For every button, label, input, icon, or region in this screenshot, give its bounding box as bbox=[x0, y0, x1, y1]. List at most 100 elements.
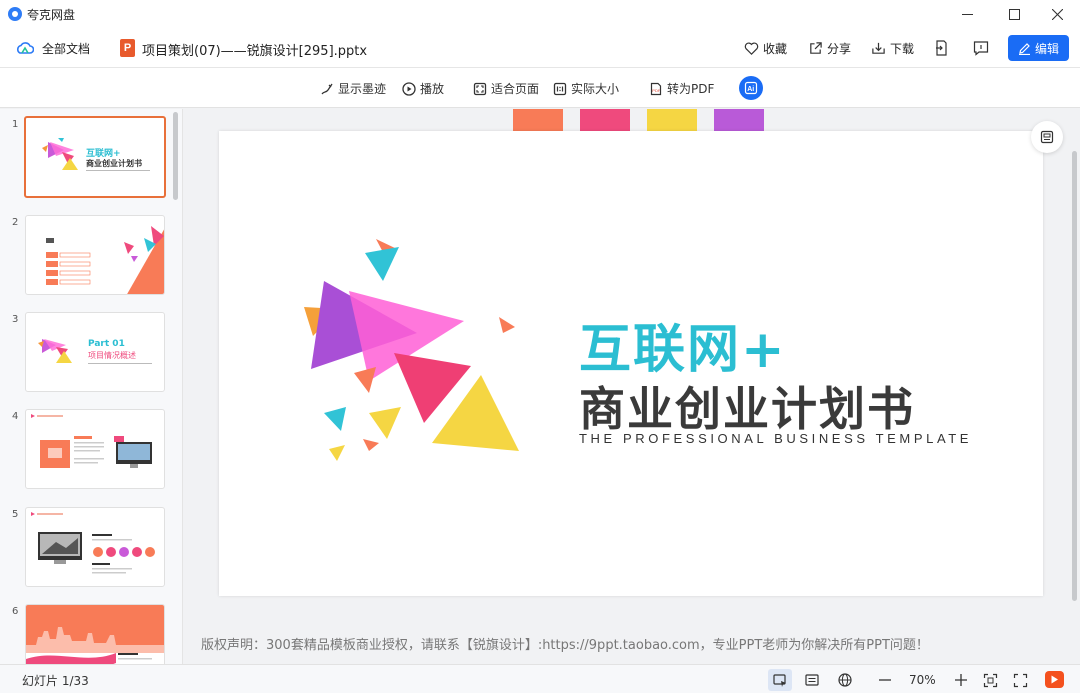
thumb-1-line bbox=[86, 170, 150, 171]
file-name: 项目策划(07)——锐旗设计[295].pptx bbox=[142, 44, 368, 59]
ink-pen-icon bbox=[321, 83, 333, 94]
fullscreen-button[interactable] bbox=[1011, 671, 1029, 689]
triangle-shape bbox=[354, 367, 376, 393]
share-label: 分享 bbox=[827, 42, 852, 56]
actual-size-icon bbox=[553, 82, 567, 95]
thumb-4-art bbox=[31, 414, 152, 468]
notes-view-button[interactable] bbox=[803, 671, 821, 689]
triangle-shape bbox=[365, 247, 399, 281]
slide-thumbnail-panel: 1 互联网+ 商业创业计划书 2 3 Part 01 项目情况概述 4 5 6 bbox=[0, 109, 183, 664]
zoom-level[interactable]: 70% bbox=[909, 673, 936, 687]
slide-title-line2: 商业创业计划书 bbox=[579, 382, 915, 436]
fit-window-button[interactable] bbox=[981, 671, 999, 689]
slide-viewer: 互联网+ 商业创业计划书 THE PROFESSIONAL BUSINESS T… bbox=[183, 109, 1080, 664]
copyright-notice: 版权声明：300套精品模板商业授权，请联系【锐旗设计】:https://9ppt… bbox=[201, 638, 929, 653]
slide-thumbnail-4[interactable] bbox=[25, 409, 165, 489]
thumb-3-subtitle: 项目情况概述 bbox=[88, 351, 136, 360]
color-tab bbox=[647, 109, 697, 131]
show-ink-label: 显示墨迹 bbox=[338, 82, 387, 96]
slide-counter: 幻灯片 1/33 bbox=[22, 674, 89, 688]
thumb-number: 4 bbox=[12, 411, 19, 422]
notes-icon bbox=[805, 674, 819, 686]
main-scrollbar[interactable] bbox=[1072, 151, 1077, 601]
ai-assistant-button[interactable]: Ai bbox=[739, 76, 763, 100]
plus-icon bbox=[955, 674, 967, 686]
thumb-number: 2 bbox=[12, 217, 19, 228]
comment-icon[interactable] bbox=[972, 39, 990, 57]
zoom-in-button[interactable] bbox=[952, 671, 970, 689]
minus-icon bbox=[879, 679, 891, 681]
triangle-shape bbox=[369, 407, 401, 439]
thumb-2-art bbox=[46, 226, 164, 294]
edit-button[interactable]: 编辑 bbox=[1008, 35, 1069, 61]
triangle-shape bbox=[499, 317, 515, 333]
normal-view-button[interactable] bbox=[768, 669, 792, 691]
app-title: 夸克网盘 bbox=[27, 8, 76, 22]
minimize-button[interactable] bbox=[944, 0, 990, 28]
web-view-button[interactable] bbox=[836, 671, 854, 689]
download-label: 下载 bbox=[890, 42, 915, 56]
thumb-6-art bbox=[26, 605, 164, 664]
status-bar: 幻灯片 1/33 70% bbox=[0, 664, 1080, 693]
download-icon bbox=[872, 42, 885, 54]
slideshow-play-button[interactable] bbox=[1045, 671, 1064, 688]
fit-page-button[interactable]: 适合页面 bbox=[473, 80, 539, 97]
slide-thumbnail-5[interactable] bbox=[25, 507, 165, 587]
color-tab bbox=[580, 109, 630, 131]
thumb-number: 6 bbox=[12, 606, 19, 617]
triangle-shape bbox=[324, 407, 346, 431]
heart-icon bbox=[744, 42, 759, 55]
viewer-toolbar: 显示墨迹 播放 适合页面 实际大小 PDF 转为PDF bbox=[0, 68, 1080, 108]
ai-icon: Ai bbox=[744, 81, 758, 95]
show-ink-button[interactable]: 显示墨迹 bbox=[320, 80, 386, 97]
favorite-button[interactable]: 收藏 bbox=[744, 40, 787, 57]
cloud-icon bbox=[17, 42, 34, 54]
outline-panel-button[interactable] bbox=[1031, 121, 1063, 153]
zoom-out-button[interactable] bbox=[876, 671, 894, 689]
favorite-label: 收藏 bbox=[763, 42, 788, 56]
color-tab bbox=[714, 109, 764, 131]
share-button[interactable]: 分享 bbox=[808, 40, 851, 57]
maximize-icon bbox=[1008, 8, 1020, 20]
convert-pdf-button[interactable]: PDF 转为PDF bbox=[649, 80, 714, 97]
triangle-shape bbox=[363, 439, 379, 451]
actual-size-button[interactable]: 实际大小 bbox=[553, 80, 619, 97]
maximize-button[interactable] bbox=[991, 0, 1037, 28]
slide-view-icon bbox=[773, 674, 786, 687]
play-icon bbox=[1051, 675, 1058, 684]
globe-icon bbox=[838, 673, 852, 687]
export-icon[interactable] bbox=[932, 39, 950, 57]
close-button[interactable] bbox=[1034, 0, 1080, 28]
pdf-icon: PDF bbox=[650, 82, 662, 95]
fit-page-label: 适合页面 bbox=[491, 82, 540, 96]
fullscreen-icon bbox=[1013, 673, 1027, 687]
fit-screen-icon bbox=[983, 673, 997, 687]
thumb-1-subtitle: 商业创业计划书 bbox=[86, 159, 142, 168]
quark-logo-icon bbox=[8, 7, 22, 21]
current-slide[interactable]: 互联网+ 商业创业计划书 THE PROFESSIONAL BUSINESS T… bbox=[219, 131, 1043, 596]
convert-pdf-label: 转为PDF bbox=[667, 82, 715, 96]
slide-thumbnail-1[interactable]: 互联网+ 商业创业计划书 bbox=[24, 116, 166, 198]
thumb-3-part: Part 01 bbox=[88, 339, 125, 349]
play-button[interactable]: 播放 bbox=[402, 80, 444, 97]
slide-thumbnail-3[interactable]: Part 01 项目情况概述 bbox=[25, 312, 165, 392]
share-icon bbox=[810, 42, 822, 54]
slide-thumbnail-6[interactable] bbox=[25, 604, 165, 664]
actual-size-label: 实际大小 bbox=[571, 82, 620, 96]
edit-label: 编辑 bbox=[1034, 41, 1059, 56]
pptx-file-icon: P bbox=[120, 39, 135, 57]
slide-title-line1: 互联网+ bbox=[579, 320, 787, 380]
thumb-number: 5 bbox=[12, 509, 19, 520]
thumb-3-line bbox=[88, 363, 152, 364]
close-icon bbox=[1051, 8, 1063, 20]
all-documents-link[interactable]: 全部文档 bbox=[42, 40, 90, 57]
outline-icon bbox=[1040, 130, 1054, 144]
sidebar-scrollbar[interactable] bbox=[173, 112, 178, 200]
download-button[interactable]: 下载 bbox=[871, 40, 914, 57]
title-bar: 夸克网盘 bbox=[0, 0, 1080, 28]
play-circle-icon bbox=[402, 81, 416, 96]
minimize-icon bbox=[961, 13, 973, 15]
pencil-icon bbox=[1018, 42, 1030, 55]
slide-thumbnail-2[interactable] bbox=[25, 215, 165, 295]
thumb-5-art bbox=[31, 512, 155, 574]
